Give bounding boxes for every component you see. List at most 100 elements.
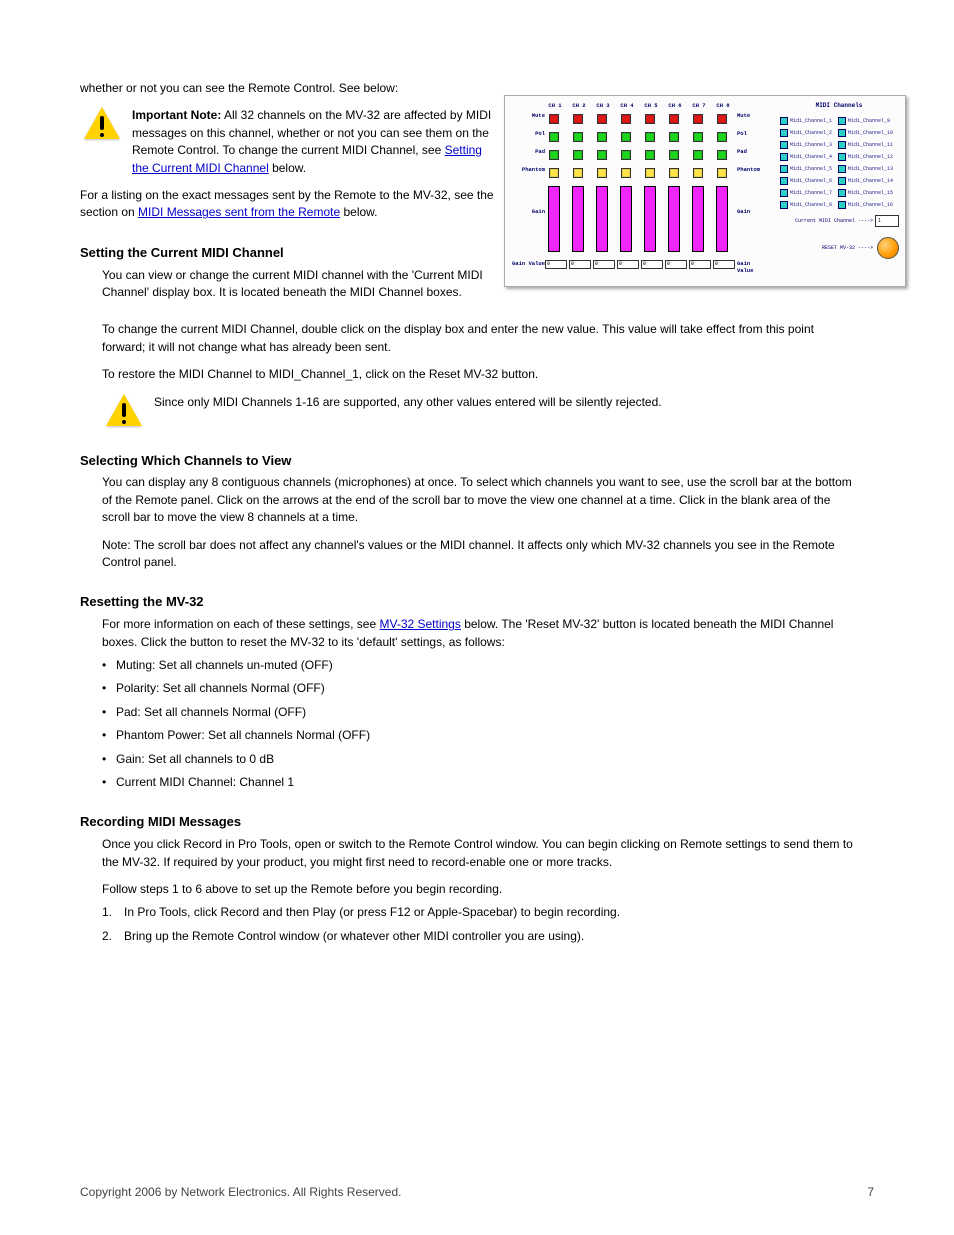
gain-value-input-ch4[interactable]: 0 <box>617 260 639 269</box>
pol-toggle-ch1[interactable] <box>549 132 559 142</box>
phantom-toggle-ch3[interactable] <box>597 168 607 178</box>
pad-toggle-ch7[interactable] <box>693 150 703 160</box>
phantom-toggle-ch5[interactable] <box>645 168 655 178</box>
midi-channel-grid: Midi_Channel_1Midi_Channel_9Midi_Channel… <box>779 115 899 211</box>
warn2-text: Since only MIDI Channels 1-16 are suppor… <box>154 394 860 411</box>
section1-p1: You can view or change the current MIDI … <box>102 267 500 302</box>
footer-copyright: Copyright 2006 by Network Electronics. A… <box>80 1185 867 1199</box>
link-midi-messages[interactable]: MIDI Messages sent from the Remote <box>138 205 340 219</box>
midi-channel-button[interactable]: Midi_Channel_11 <box>838 140 894 150</box>
midi-channel-button[interactable]: Midi_Channel_13 <box>838 164 894 174</box>
midi-channel-button[interactable]: Midi_Channel_2 <box>780 128 836 138</box>
midi-channel-button[interactable]: Midi_Channel_15 <box>838 188 894 198</box>
row-label-right-mute: Mute <box>737 112 769 119</box>
phantom-toggle-ch2[interactable] <box>573 168 583 178</box>
midi-channel-label: Midi_Channel_15 <box>848 190 893 196</box>
reset-mv32-button[interactable] <box>877 237 899 259</box>
midi-channel-button[interactable]: Midi_Channel_5 <box>780 164 836 174</box>
mute-toggle-ch4[interactable] <box>621 114 631 124</box>
pad-toggle-ch8[interactable] <box>717 150 727 160</box>
pol-toggle-ch6[interactable] <box>669 132 679 142</box>
checkbox-icon <box>780 153 788 161</box>
gain-value-input-ch8[interactable]: 0 <box>713 260 735 269</box>
gain-value-input-ch6[interactable]: 0 <box>665 260 687 269</box>
channel-header: CH 4 <box>617 102 637 110</box>
midi-channel-button[interactable]: Midi_Channel_8 <box>780 200 836 210</box>
section4-p1: Once you click Record in Pro Tools, open… <box>102 836 860 871</box>
current-midi-input[interactable] <box>875 215 899 227</box>
bullet-phantom: •Phantom Power: Set all channels Normal … <box>102 727 860 744</box>
mute-toggle-ch6[interactable] <box>669 114 679 124</box>
bullet-mute: •Muting: Set all channels un-muted (OFF) <box>102 657 860 674</box>
gain-value-input-ch3[interactable]: 0 <box>593 260 615 269</box>
midi-channel-button[interactable]: Midi_Channel_9 <box>838 116 894 126</box>
bullet-pad: •Pad: Set all channels Normal (OFF) <box>102 704 860 721</box>
gain-value-input-ch2[interactable]: 0 <box>569 260 591 269</box>
link-mv32-settings[interactable]: MV-32 Settings <box>379 617 460 631</box>
midi-channel-button[interactable]: Midi_Channel_1 <box>780 116 836 126</box>
pol-toggle-ch7[interactable] <box>693 132 703 142</box>
pad-toggle-ch1[interactable] <box>549 150 559 160</box>
gain-value-input-ch1[interactable]: 0 <box>545 260 567 269</box>
gain-value-input-ch5[interactable]: 0 <box>641 260 663 269</box>
reset-label: RESET MV-32 ----> <box>822 245 873 251</box>
section-setting-midi-title: Setting the Current MIDI Channel <box>80 244 500 263</box>
channel-header: CH 8 <box>713 102 733 110</box>
phantom-toggle-ch1[interactable] <box>549 168 559 178</box>
pad-toggle-ch5[interactable] <box>645 150 655 160</box>
midi-channels-title: MIDI Channels <box>779 102 899 109</box>
row-label-right-pol: Pol <box>737 130 769 137</box>
pad-toggle-ch6[interactable] <box>669 150 679 160</box>
midi-channel-button[interactable]: Midi_Channel_6 <box>780 176 836 186</box>
channel-header: CH 6 <box>665 102 685 110</box>
mv32-remote-panel: CH 1CH 2CH 3CH 4CH 5CH 6CH 7CH 8MuteMute… <box>504 95 906 287</box>
midi-channel-label: Midi_Channel_7 <box>790 190 832 196</box>
section2-p2: Note: The scroll bar does not affect any… <box>102 537 860 572</box>
pol-toggle-ch3[interactable] <box>597 132 607 142</box>
gain-value-input-ch7[interactable]: 0 <box>689 260 711 269</box>
gain-slider-ch8[interactable] <box>716 186 728 252</box>
mute-toggle-ch2[interactable] <box>573 114 583 124</box>
warning-icon <box>80 107 124 143</box>
row-label-gain-value: Gain Value <box>511 260 545 267</box>
section-selecting-channels-title: Selecting Which Channels to View <box>80 452 860 471</box>
phantom-toggle-ch6[interactable] <box>669 168 679 178</box>
midi-channel-button[interactable]: Midi_Channel_16 <box>838 200 894 210</box>
midi-channel-button[interactable]: Midi_Channel_3 <box>780 140 836 150</box>
pad-toggle-ch2[interactable] <box>573 150 583 160</box>
midi-channel-button[interactable]: Midi_Channel_12 <box>838 152 894 162</box>
pol-toggle-ch4[interactable] <box>621 132 631 142</box>
pad-toggle-ch4[interactable] <box>621 150 631 160</box>
bullet-midichannel: •Current MIDI Channel: Channel 1 <box>102 774 860 791</box>
intro-para: whether or not you can see the Remote Co… <box>80 80 500 97</box>
mute-toggle-ch3[interactable] <box>597 114 607 124</box>
row-label-right-gain-value: Gain Value <box>737 260 769 274</box>
row-label-phantom: Phantom <box>511 166 545 173</box>
checkbox-icon <box>838 153 846 161</box>
pad-toggle-ch3[interactable] <box>597 150 607 160</box>
mute-toggle-ch7[interactable] <box>693 114 703 124</box>
midi-channel-button[interactable]: Midi_Channel_4 <box>780 152 836 162</box>
phantom-toggle-ch8[interactable] <box>717 168 727 178</box>
gain-slider-ch3[interactable] <box>596 186 608 252</box>
gain-slider-ch4[interactable] <box>620 186 632 252</box>
phantom-toggle-ch4[interactable] <box>621 168 631 178</box>
pol-toggle-ch5[interactable] <box>645 132 655 142</box>
gain-slider-ch6[interactable] <box>668 186 680 252</box>
pol-toggle-ch8[interactable] <box>717 132 727 142</box>
midi-channel-button[interactable]: Midi_Channel_10 <box>838 128 894 138</box>
mute-toggle-ch8[interactable] <box>717 114 727 124</box>
phantom-toggle-ch7[interactable] <box>693 168 703 178</box>
midi-channel-label: Midi_Channel_10 <box>848 130 893 136</box>
section3-p1-before: For more information on each of these se… <box>102 617 379 631</box>
gain-slider-ch7[interactable] <box>692 186 704 252</box>
warning-block-1: Important Note: All 32 channels on the M… <box>80 107 500 177</box>
gain-slider-ch1[interactable] <box>548 186 560 252</box>
gain-slider-ch2[interactable] <box>572 186 584 252</box>
midi-channel-button[interactable]: Midi_Channel_7 <box>780 188 836 198</box>
mute-toggle-ch5[interactable] <box>645 114 655 124</box>
mute-toggle-ch1[interactable] <box>549 114 559 124</box>
midi-channel-button[interactable]: Midi_Channel_14 <box>838 176 894 186</box>
pol-toggle-ch2[interactable] <box>573 132 583 142</box>
gain-slider-ch5[interactable] <box>644 186 656 252</box>
